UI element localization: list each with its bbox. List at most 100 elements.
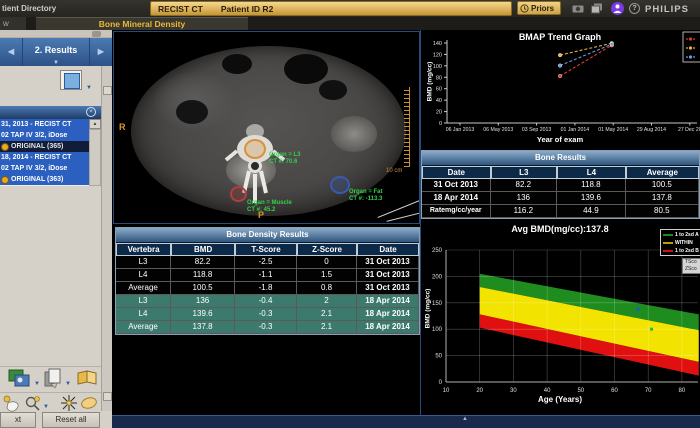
copy-export-icon[interactable]: [43, 368, 63, 390]
patient-directory-label[interactable]: tient Directory: [2, 4, 56, 13]
step-label-wrap[interactable]: 2. Results ▼: [23, 38, 89, 66]
scroll-up-button[interactable]: ▲: [89, 119, 101, 129]
tab-bone-mineral-density[interactable]: Bone Mineral Density: [36, 17, 248, 30]
list-item[interactable]: 02 TAP IV 3/2, iDose: [0, 130, 89, 141]
annotation-fat: Organ = Fat CT #: -113.3: [349, 189, 383, 202]
patient-banner: RECIST CT Patient ID R2: [150, 1, 512, 16]
ct-structure: [222, 54, 252, 74]
svg-text:29 Aug 2014: 29 Aug 2014: [637, 127, 666, 133]
scale-ruler: [404, 87, 410, 167]
svg-text:80: 80: [679, 388, 686, 394]
tab-partial[interactable]: w: [0, 17, 26, 30]
svg-text:27 Dec 20: 27 Dec 20: [678, 127, 700, 133]
table-row: L3 82.2 -2.5 0 31 Oct 2013: [116, 256, 420, 269]
table-row: Average 137.8 -0.3 2.1 18 Apr 2014: [116, 321, 420, 334]
list-item[interactable]: ORIGINAL (363): [0, 174, 89, 185]
magnifier-icon[interactable]: [24, 395, 42, 413]
svg-text:60: 60: [611, 388, 618, 394]
hand-pan-icon[interactable]: [2, 395, 22, 413]
svg-text:40: 40: [436, 98, 442, 104]
list-item-selected[interactable]: ORIGINAL (365): [0, 141, 89, 152]
table-row: 31 Oct 2013 82.2 118.8 100.5: [422, 179, 699, 192]
roi-bean-icon[interactable]: [80, 396, 98, 410]
divider: [0, 366, 101, 367]
step-label: 2. Results: [34, 45, 78, 55]
sparkle-trigger-icon[interactable]: [60, 394, 78, 412]
annotation-muscle: Organ = Muscle CT #: 45.2: [247, 200, 292, 213]
svg-text:20: 20: [436, 110, 442, 116]
series-section-collapse-icon[interactable]: ×: [86, 107, 96, 117]
panel-splitter[interactable]: [101, 66, 112, 411]
trend-x-axis-label: Year of exam: [536, 135, 584, 144]
list-item[interactable]: 18, 2014 - RECIST CT: [0, 152, 89, 163]
bottom-strip: [112, 415, 700, 428]
help-icon[interactable]: ?: [629, 3, 640, 14]
trend-y-axis-label: BMD (mg/cc): [426, 61, 434, 102]
layout-thumbnail-button[interactable]: [60, 70, 82, 90]
splitter-handle-bottom[interactable]: [103, 392, 112, 401]
svg-text:20: 20: [476, 388, 483, 394]
legend-swatch-green: [663, 234, 673, 236]
layout-thumbnail-preview: [64, 73, 80, 89]
svg-text:06 May 2013: 06 May 2013: [483, 127, 513, 133]
avg-x-axis-label: Age (Years): [537, 395, 583, 404]
svg-text:06 Jan 2013: 06 Jan 2013: [446, 127, 475, 133]
report-book-icon[interactable]: [76, 369, 98, 387]
orientation-posterior-label: P: [258, 210, 265, 220]
legend-swatch-yellow: [663, 242, 673, 244]
table-row: Average 100.5 -1.8 0.8 31 Oct 2013: [116, 282, 420, 295]
score-box: TSco ZSco: [682, 258, 700, 274]
bmap-trend-plot: 0 20 40 60 80 100 120 140 06 Jan 2013 06 May 2013…: [433, 31, 700, 133]
splitter-handle-top[interactable]: [103, 86, 112, 95]
svg-text:120: 120: [433, 52, 442, 58]
image-gallery-icon[interactable]: [8, 369, 32, 389]
next-step-button[interactable]: ►: [89, 38, 112, 66]
svg-text:50: 50: [435, 354, 442, 360]
expand-marker-icon[interactable]: ▲: [462, 416, 468, 422]
svg-text:150: 150: [432, 301, 443, 307]
list-item[interactable]: 31, 2013 - RECIST CT: [0, 119, 89, 130]
results-step-navigator: ◄ 2. Results ▼ ►: [0, 38, 112, 66]
zoom-dropdown-icon[interactable]: ▼: [43, 404, 49, 410]
table-row: L4 118.8 -1.1 1.5 31 Oct 2013: [116, 269, 420, 282]
roi-l3[interactable]: [244, 139, 266, 159]
svg-text:60: 60: [436, 87, 442, 93]
table-row: 18 Apr 2014 136 139.6 137.8: [422, 192, 699, 205]
app-window: tient Directory RECIST CT Patient ID R2 …: [0, 0, 700, 428]
list-item[interactable]: 02 TAP IV 3/2, iDose: [0, 163, 89, 174]
svg-text:30: 30: [510, 388, 517, 394]
svg-text:200: 200: [432, 274, 443, 280]
bone-density-results-table: Bone Density Results Vertebra BMD T-Scor…: [115, 227, 420, 335]
copy-dropdown-icon[interactable]: ▼: [65, 381, 71, 387]
roi-fat[interactable]: [330, 176, 350, 194]
reset-all-button[interactable]: Reset all: [42, 412, 100, 428]
step-dropdown-icon[interactable]: ▼: [53, 60, 59, 66]
series-icon: [1, 175, 9, 184]
study-name: RECIST CT: [158, 3, 203, 14]
svg-text:40: 40: [544, 388, 551, 394]
ct-image-viewport[interactable]: Organ = L3 CT #: 70.6 Organ = Muscle CT #:…: [113, 31, 420, 224]
user-icon[interactable]: [611, 2, 624, 15]
table-title: Bone Density Results: [116, 228, 419, 243]
prev-step-button[interactable]: ◄: [0, 38, 23, 66]
camera-icon[interactable]: [572, 4, 584, 13]
svg-text:100: 100: [432, 327, 443, 333]
gallery-dropdown-icon[interactable]: ▼: [34, 381, 40, 387]
svg-text:70: 70: [645, 388, 652, 394]
layers-icon[interactable]: [591, 3, 603, 14]
collapse-icon[interactable]: [92, 31, 101, 37]
roi-muscle[interactable]: [230, 186, 247, 202]
avg-bmd-plot: 10 20 30 40 50 60 70 80 0 50 100 150 200 250: [432, 248, 699, 394]
avg-y-axis-label: BMD (mg/cc): [424, 288, 432, 329]
priors-button[interactable]: Priors: [517, 1, 561, 15]
svg-text:0: 0: [439, 121, 442, 127]
partial-button[interactable]: xt: [0, 412, 36, 428]
svg-text:0: 0: [439, 380, 443, 386]
table-header: Vertebra BMD T-Score Z-Score Date: [116, 243, 419, 256]
svg-text:50: 50: [577, 388, 584, 394]
scrollbar[interactable]: [89, 129, 101, 186]
svg-text:80: 80: [436, 75, 442, 81]
series-list: 31, 2013 - RECIST CT 02 TAP IV 3/2, iDos…: [0, 119, 89, 186]
layout-dropdown-icon[interactable]: ▼: [86, 85, 92, 91]
table-title: Bone Results: [422, 151, 699, 166]
